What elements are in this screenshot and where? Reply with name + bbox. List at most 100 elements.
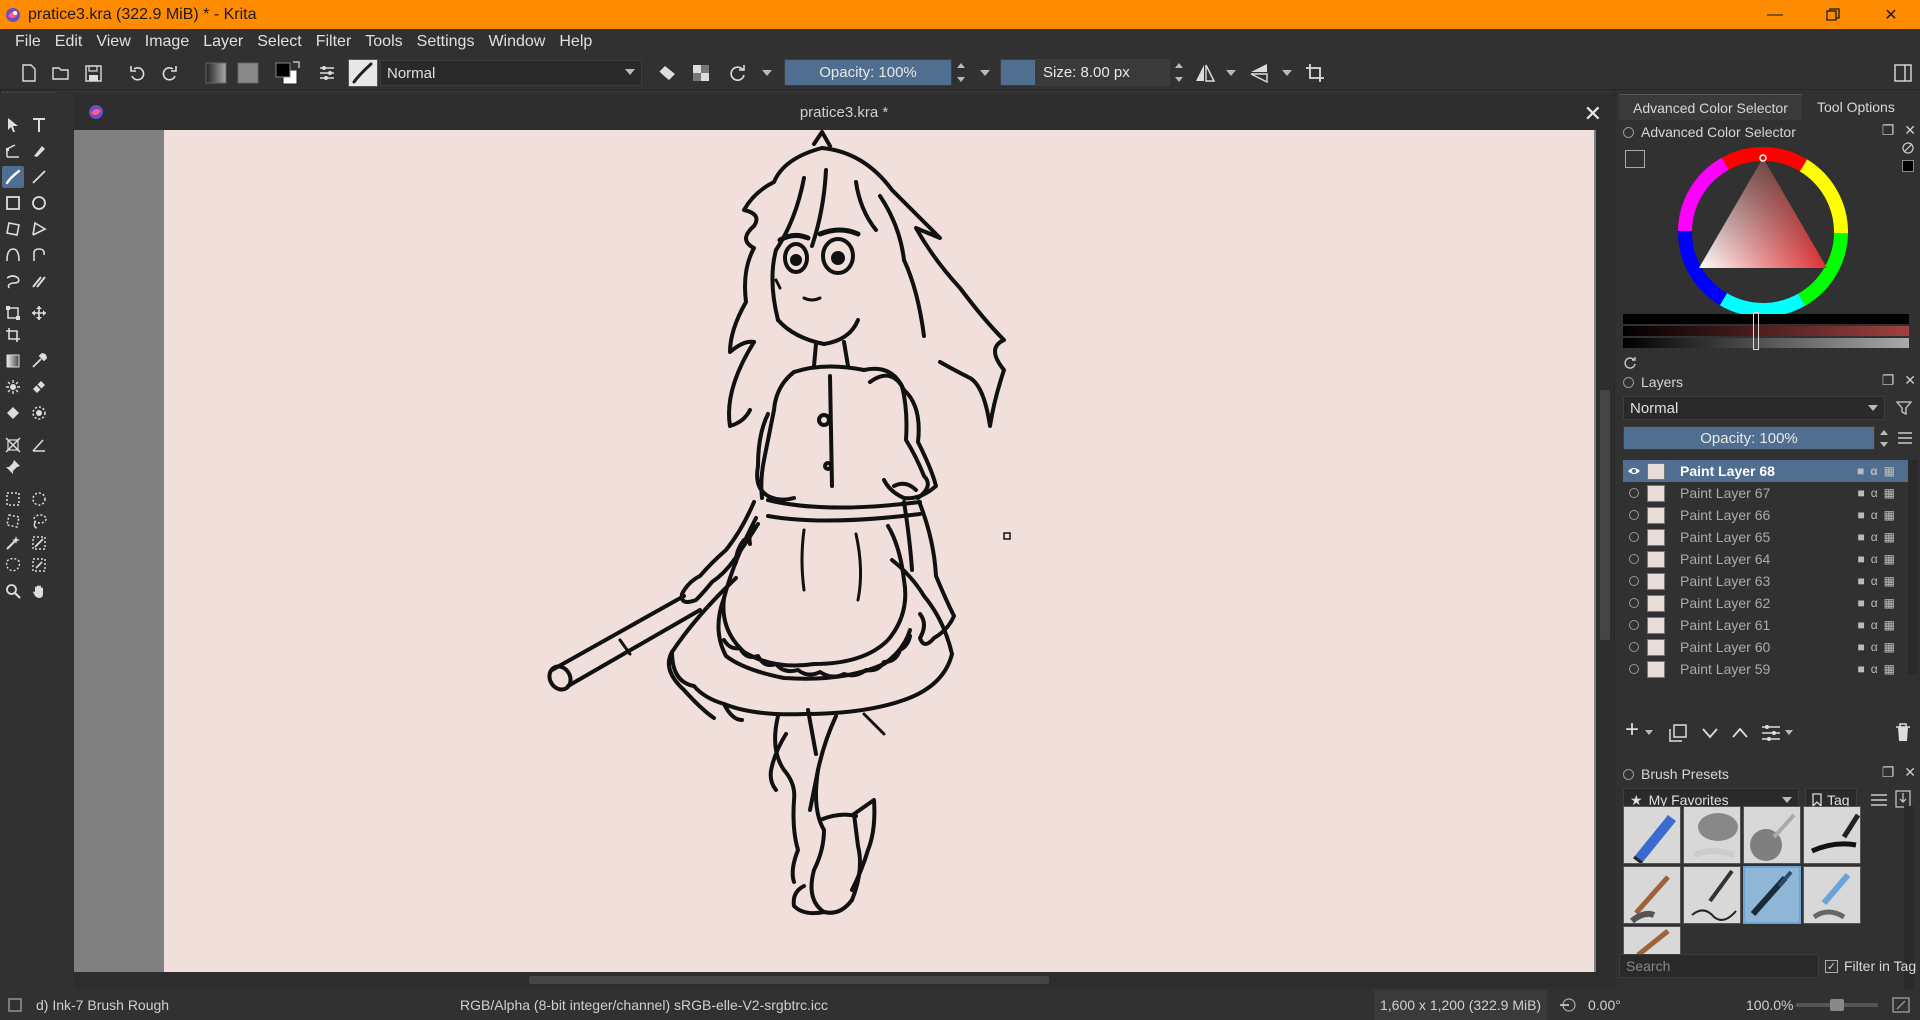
layer-item[interactable]: Paint Layer 59 ■ α ▦: [1623, 658, 1913, 678]
magnetic-selection-tool[interactable]: [28, 554, 50, 576]
lock-layer-icon[interactable]: ■: [1857, 486, 1864, 500]
alpha-icon[interactable]: α: [1871, 662, 1878, 676]
eraser-mode-button[interactable]: [656, 62, 678, 84]
layer-item[interactable]: Paint Layer 68 ■ α ▦: [1623, 460, 1913, 482]
menu-image[interactable]: Image: [138, 33, 196, 51]
layer-item[interactable]: Paint Layer 67 ■ α ▦: [1623, 482, 1913, 504]
eye-closed-icon[interactable]: [1628, 509, 1640, 521]
drawing-canvas[interactable]: [164, 130, 1594, 972]
save-button[interactable]: [82, 62, 104, 84]
float-panel-icon[interactable]: ❐: [1882, 372, 1895, 389]
lock-layer-icon[interactable]: ■: [1857, 640, 1864, 654]
freehand-selection-tool[interactable]: [28, 510, 50, 532]
new-document-button[interactable]: [18, 62, 40, 84]
inherit-alpha-icon[interactable]: ▦: [1884, 574, 1895, 588]
lock-icon[interactable]: [1623, 126, 1634, 138]
add-layer-button[interactable]: +: [1625, 716, 1639, 744]
filter-in-tag-checkbox[interactable]: ✓ Filter in Tag: [1825, 958, 1916, 974]
brush-preset-tile[interactable]: [1803, 806, 1861, 864]
preserve-alpha-button[interactable]: [690, 62, 712, 84]
brush-preset-tile-selected[interactable]: [1743, 866, 1801, 924]
add-layer-dropdown[interactable]: [1645, 730, 1653, 735]
zoom-slider[interactable]: [1796, 999, 1878, 1011]
color-saturation-bar[interactable]: [1623, 338, 1909, 348]
eye-closed-icon[interactable]: [1628, 619, 1640, 631]
freehand-brush-tool[interactable]: [2, 166, 24, 188]
size-spinner[interactable]: [1172, 59, 1186, 86]
refresh-icon[interactable]: [1623, 356, 1637, 370]
fit-page-icon[interactable]: [1892, 997, 1910, 1013]
brush-search-input[interactable]: Search: [1619, 954, 1819, 978]
polygon-tool[interactable]: [2, 218, 24, 240]
layer-item[interactable]: Paint Layer 66 ■ α ▦: [1623, 504, 1913, 526]
layer-item[interactable]: Paint Layer 60 ■ α ▦: [1623, 636, 1913, 658]
alpha-icon[interactable]: α: [1871, 508, 1878, 522]
menu-window[interactable]: Window: [481, 33, 552, 51]
layer-blend-mode-dropdown[interactable]: Normal: [1623, 396, 1885, 420]
dynamic-brush-tool[interactable]: [2, 270, 24, 292]
move-layer-down-icon[interactable]: [1701, 726, 1719, 740]
pan-tool[interactable]: [28, 580, 50, 602]
color-wheel[interactable]: [1675, 144, 1851, 320]
inherit-alpha-icon[interactable]: ▦: [1884, 508, 1895, 522]
tab-tool-options[interactable]: Tool Options: [1803, 94, 1909, 120]
contiguous-selection-tool[interactable]: [2, 532, 24, 554]
alpha-icon[interactable]: α: [1871, 552, 1878, 566]
vertical-scrollbar-thumb[interactable]: [1600, 390, 1610, 640]
restore-button[interactable]: [1804, 0, 1862, 29]
minimize-button[interactable]: —: [1746, 0, 1804, 29]
opacity-spinner[interactable]: [954, 59, 968, 86]
layer-opacity-slider[interactable]: Opacity: 100%: [1623, 426, 1875, 450]
duplicate-layer-icon[interactable]: [1669, 724, 1687, 742]
menu-view[interactable]: View: [89, 33, 137, 51]
alpha-icon[interactable]: α: [1871, 486, 1878, 500]
zoom-slider-handle[interactable]: [1830, 999, 1844, 1011]
brush-preset-tile[interactable]: [1623, 866, 1681, 924]
brush-settings-button[interactable]: [316, 62, 338, 84]
bezier-curve-tool[interactable]: [2, 244, 24, 266]
list-view-icon[interactable]: [1871, 794, 1887, 806]
close-document-icon[interactable]: ✕: [1584, 101, 1602, 127]
color-selector-settings-button[interactable]: [1625, 150, 1645, 168]
lock-layer-icon[interactable]: ■: [1857, 464, 1864, 478]
move-tool[interactable]: [28, 302, 50, 324]
assistant-tool[interactable]: [2, 434, 24, 456]
alpha-icon[interactable]: α: [1871, 640, 1878, 654]
layer-item[interactable]: Paint Layer 65 ■ α ▦: [1623, 526, 1913, 548]
smart-patch-tool[interactable]: [28, 376, 50, 398]
layer-item[interactable]: Paint Layer 61 ■ α ▦: [1623, 614, 1913, 636]
brush-preset-tile[interactable]: [1623, 806, 1681, 864]
layer-list-scrollbar[interactable]: [1908, 460, 1918, 674]
color-history-bar[interactable]: [1623, 314, 1909, 324]
lock-layer-icon[interactable]: ■: [1857, 508, 1864, 522]
alpha-icon[interactable]: α: [1871, 618, 1878, 632]
eye-closed-icon[interactable]: [1628, 663, 1640, 675]
rotation-icon[interactable]: [1556, 998, 1582, 1012]
inherit-alpha-icon[interactable]: ▦: [1884, 618, 1895, 632]
polygonal-selection-tool[interactable]: [2, 510, 24, 532]
close-panel-icon[interactable]: ✕: [1904, 122, 1916, 139]
brush-size-slider[interactable]: Size: 8.00 px: [1000, 59, 1170, 86]
float-panel-icon[interactable]: ❐: [1882, 122, 1895, 139]
eye-closed-icon[interactable]: [1628, 641, 1640, 653]
crop-tool[interactable]: [2, 324, 24, 346]
blend-mode-dropdown[interactable]: Normal: [380, 60, 642, 86]
float-panel-icon[interactable]: ❐: [1882, 764, 1895, 781]
close-panel-icon[interactable]: ✕: [1904, 764, 1916, 781]
layer-item[interactable]: Paint Layer 63 ■ α ▦: [1623, 570, 1913, 592]
line-tool[interactable]: [28, 166, 50, 188]
lock-layer-icon[interactable]: ■: [1857, 574, 1864, 588]
lock-icon[interactable]: [1623, 376, 1634, 388]
menu-filter[interactable]: Filter: [309, 33, 359, 51]
freehand-path-tool[interactable]: [28, 244, 50, 266]
select-shapes-tool[interactable]: [2, 114, 24, 136]
lock-icon[interactable]: [1623, 768, 1634, 780]
alpha-icon[interactable]: α: [1871, 530, 1878, 544]
workspace-chooser-button[interactable]: [1892, 62, 1914, 84]
menu-icon[interactable]: [1898, 432, 1912, 444]
mirror-vertical-button[interactable]: [1248, 62, 1270, 84]
menu-tools[interactable]: Tools: [358, 33, 409, 51]
alpha-icon[interactable]: α: [1871, 574, 1878, 588]
inherit-alpha-icon[interactable]: ▦: [1884, 662, 1895, 676]
foreground-swatch[interactable]: [1902, 160, 1914, 172]
